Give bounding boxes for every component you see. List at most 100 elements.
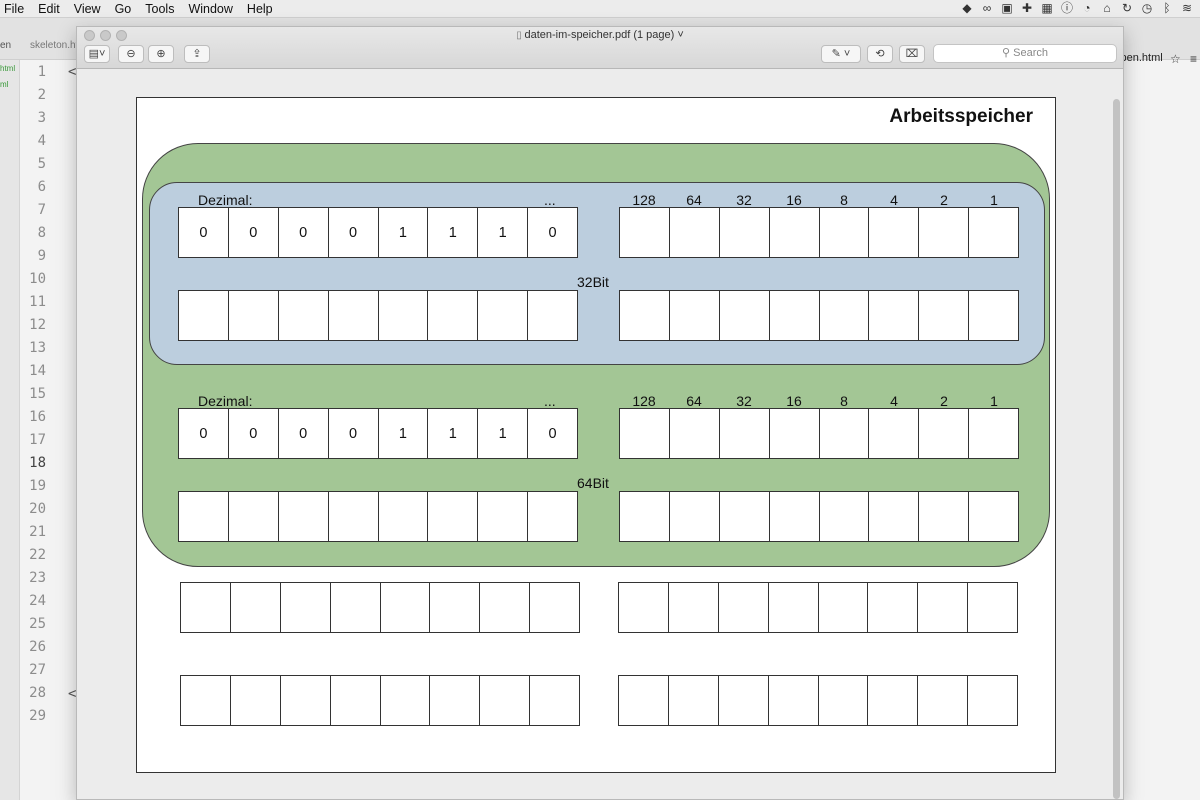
- timer-icon[interactable]: ◔: [1080, 1, 1094, 15]
- bit-cell: [867, 583, 917, 632]
- zoom-out-icon: ⊖: [126, 48, 136, 60]
- line-number: 22: [29, 547, 46, 563]
- bit-cell: [529, 676, 579, 725]
- bit-cell: [620, 208, 669, 257]
- layers-icon[interactable]: ≡: [1190, 52, 1197, 66]
- bit-cell: [918, 291, 968, 340]
- line-number: 5: [37, 156, 46, 172]
- window-titlebar: ▯ daten-im-speicher.pdf (1 page) ˅ ▤˅ ⊖ …: [77, 27, 1123, 69]
- bit-weight-label: 1: [990, 192, 998, 208]
- bit-cell: [620, 492, 669, 541]
- line-number: 18: [29, 455, 46, 471]
- creative-cloud-icon[interactable]: ∞: [980, 1, 994, 15]
- bit-weight-label: 4: [890, 192, 898, 208]
- bit-cell: 0: [527, 409, 577, 458]
- bit-cell: [867, 676, 917, 725]
- bit-cell: [968, 409, 1018, 458]
- bit-width-label-32: 32Bit: [577, 274, 609, 290]
- bit-cell: [818, 409, 869, 458]
- bit-cell: [767, 676, 818, 725]
- bit-cell: [968, 291, 1018, 340]
- bit-cell: [527, 291, 577, 340]
- menu-edit[interactable]: Edit: [31, 2, 67, 16]
- bit-cell: [619, 583, 668, 632]
- bit-cell: [429, 676, 479, 725]
- bit-cell: [768, 208, 819, 257]
- wifi-icon[interactable]: ≋: [1180, 1, 1194, 15]
- clock-icon[interactable]: ◷: [1140, 1, 1154, 15]
- calendar-icon[interactable]: ▦: [1040, 1, 1054, 15]
- line-number: 1: [37, 64, 46, 80]
- bit-weight-label: 2: [940, 192, 948, 208]
- bit-cell: [277, 291, 328, 340]
- line-number: 11: [29, 294, 46, 310]
- rotate-button[interactable]: ⟲: [867, 45, 893, 63]
- toolbox-icon: ⌧: [905, 48, 919, 60]
- bit-weight-label: 64: [686, 192, 702, 208]
- bit-cell: [718, 208, 769, 257]
- markup-button[interactable]: ✎ ˅: [821, 45, 861, 63]
- bit-cell: [427, 492, 477, 541]
- sidebar-icon: ▤˅: [88, 48, 106, 60]
- ellipsis-32: ...: [544, 192, 556, 208]
- vertical-scrollbar[interactable]: [1113, 99, 1120, 799]
- bit-cell: [668, 409, 719, 458]
- bit-cell: 0: [277, 208, 328, 257]
- menu-go[interactable]: Go: [108, 2, 139, 16]
- bit-cell: [479, 583, 529, 632]
- bit-weight-label: 32: [736, 192, 752, 208]
- bit-width-label-64: 64Bit: [577, 475, 609, 491]
- bit-cell: [279, 676, 330, 725]
- line-number: 24: [29, 593, 46, 609]
- screen-recorder-icon[interactable]: ▣: [1000, 1, 1014, 15]
- bit-cell: [620, 409, 669, 458]
- decimal-label-32: Dezimal:: [198, 192, 253, 208]
- sidebar-toggle-button[interactable]: ▤˅: [84, 45, 110, 63]
- toolbox-button[interactable]: ⌧: [899, 45, 925, 63]
- bit-cell: [818, 208, 869, 257]
- bit-cell: [868, 208, 918, 257]
- line-number: 20: [29, 501, 46, 517]
- line-number: 14: [29, 363, 46, 379]
- search-input[interactable]: ⚲ Search: [933, 44, 1117, 63]
- bit-cell: [817, 676, 868, 725]
- star-icon[interactable]: ☆: [1170, 52, 1181, 66]
- menu-view[interactable]: View: [67, 2, 108, 16]
- bit-cell: [329, 583, 380, 632]
- decimal-label-64: Dezimal:: [198, 393, 253, 409]
- info-icon[interactable]: ⓘ: [1060, 1, 1074, 15]
- bit-cell: [767, 583, 818, 632]
- menu-window[interactable]: Window: [181, 2, 239, 16]
- share-button[interactable]: ⇪: [184, 45, 210, 63]
- bit-cell: [277, 492, 328, 541]
- lock-icon[interactable]: ⌂: [1100, 1, 1114, 15]
- line-number: 19: [29, 478, 46, 494]
- menu-tools[interactable]: Tools: [138, 2, 181, 16]
- sidebar-file-html[interactable]: html: [0, 64, 15, 73]
- bit-cell: [327, 291, 378, 340]
- zoom-out-button[interactable]: ⊖: [118, 45, 144, 63]
- line-number: 16: [29, 409, 46, 425]
- chevron-down-icon[interactable]: ˅: [674, 29, 683, 41]
- bit-cell: [479, 676, 529, 725]
- dropbox-icon[interactable]: ◆: [960, 1, 974, 15]
- editor-tab-left[interactable]: en: [0, 40, 11, 51]
- zoom-in-button[interactable]: ⊕: [148, 45, 174, 63]
- free-row-c: [180, 675, 580, 726]
- plus-icon[interactable]: ✚: [1020, 1, 1034, 15]
- line-number: 9: [37, 248, 46, 264]
- line-number: 8: [37, 225, 46, 241]
- bit-cell: [427, 291, 477, 340]
- line-number: 6: [37, 179, 46, 195]
- bit-cell: [379, 676, 430, 725]
- menu-file[interactable]: File: [0, 2, 31, 16]
- sync-icon[interactable]: ↻: [1120, 1, 1134, 15]
- share-icon: ⇪: [192, 48, 202, 60]
- bit-cell: [477, 492, 527, 541]
- byte-row-32-d: [619, 290, 1019, 341]
- bluetooth-icon[interactable]: ᛒ: [1160, 1, 1174, 15]
- line-number: 4: [37, 133, 46, 149]
- sidebar-file-ml[interactable]: ml: [0, 80, 8, 89]
- bit-weight-label: 4: [890, 393, 898, 409]
- menu-help[interactable]: Help: [240, 2, 280, 16]
